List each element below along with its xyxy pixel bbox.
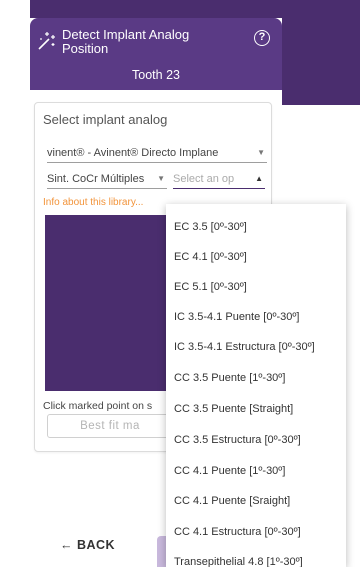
panel-title: Detect Implant Analog Position <box>62 27 190 56</box>
chevron-up-icon: ▲ <box>255 174 263 183</box>
dropdown-option[interactable]: CC 3.5 Puente [Straight] <box>166 394 346 424</box>
chevron-down-icon: ▼ <box>257 148 265 157</box>
dropdown-option[interactable]: EC 5.1 [0º-30º] <box>166 272 346 302</box>
info-library-link[interactable]: Info about this library... <box>43 197 143 208</box>
dropdown-option[interactable]: CC 4.1 Puente [Sraight] <box>166 486 346 516</box>
tooth-label: Tooth 23 <box>132 68 180 82</box>
dropdown-option[interactable]: IC 3.5-4.1 Puente [0º-30º] <box>166 302 346 332</box>
magic-wand-icon <box>36 30 58 52</box>
instruction-text: Click marked point on s <box>43 400 153 412</box>
family-select-value: Sint. CoCr Múltiples <box>47 173 145 185</box>
chevron-down-icon: ▼ <box>157 174 165 183</box>
analog-preview <box>45 215 175 391</box>
card-title: Select implant analog <box>43 112 168 127</box>
brand-select[interactable]: vinent® - Avinent® Directo Implane ▼ <box>47 145 267 163</box>
back-button[interactable]: ← BACK <box>60 538 115 552</box>
dropdown-option[interactable]: EC 3.5 [0º-30º] <box>166 212 346 242</box>
panel-header: Detect Implant Analog Position ? Tooth 2… <box>30 18 282 90</box>
dropdown-option[interactable]: Transepithelial 4.8 [1º-30º] <box>166 547 346 567</box>
dropdown-option[interactable]: CC 4.1 Estructura [0º-30º] <box>166 517 346 547</box>
family-select[interactable]: Sint. CoCr Múltiples ▼ <box>47 171 167 189</box>
analog-select-placeholder: Select an op <box>173 173 235 185</box>
analog-select[interactable]: Select an op ▲ <box>173 171 265 189</box>
help-icon[interactable]: ? <box>254 30 270 46</box>
left-margin <box>0 0 30 567</box>
best-fit-button[interactable]: Best fit ma <box>47 414 173 438</box>
brand-select-value: vinent® - Avinent® Directo Implane <box>47 147 219 159</box>
dropdown-option[interactable]: EC 4.1 [0º-30º] <box>166 242 346 272</box>
dropdown-option[interactable]: CC 3.5 Estructura [0º-30º] <box>166 425 346 455</box>
dropdown-option[interactable]: CC 4.1 Puente [1º-30º] <box>166 456 346 486</box>
dropdown-option[interactable]: CC 3.5 Puente [1º-30º] <box>166 363 346 393</box>
analog-options-dropdown: EC 3.5 [0º-30º] EC 4.1 [0º-30º] EC 5.1 [… <box>166 204 346 567</box>
dropdown-option[interactable]: IC 3.5-4.1 Estructura [0º-30º] <box>166 332 346 362</box>
